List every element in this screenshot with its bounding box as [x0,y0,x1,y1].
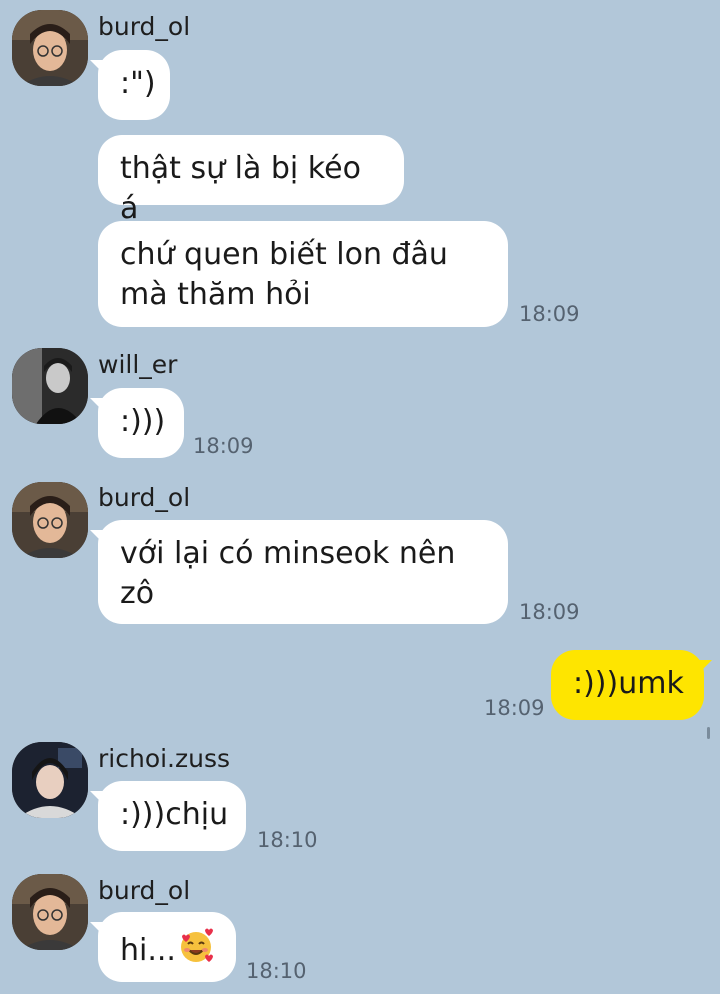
message-bubble[interactable]: :)))chịu [90,781,246,851]
avatar-richoi-zuss[interactable] [12,742,88,818]
outgoing-message-bubble[interactable]: :)))umk [551,650,712,720]
avatar-will-er[interactable] [12,348,88,424]
scrollbar[interactable] [707,727,710,739]
sender-name: burd_ol [98,12,191,41]
message-bubble[interactable]: thật sự là bị kéo á [98,135,404,226]
message-timestamp: 18:09 [193,434,254,458]
message-bubble[interactable]: :))) [90,388,184,458]
message-bubble[interactable]: chứ quen biết lon đâu mà thăm hỏi [98,221,508,327]
sender-name: burd_ol [98,483,191,512]
message-timestamp: 18:10 [246,959,307,983]
smiling-face-with-hearts-icon [176,926,216,966]
message-timestamp: 18:09 [519,600,580,624]
sender-name: burd_ol [98,876,191,905]
message-timestamp: 18:10 [257,828,318,852]
message-timestamp: 18:09 [484,696,545,720]
message-bubble[interactable]: :") [90,50,170,120]
avatar-burd-ol[interactable] [12,482,88,558]
sender-name: will_er [98,350,178,379]
sender-name: richoi.zuss [98,744,231,773]
avatar-burd-ol[interactable] [12,874,88,950]
chat-view[interactable]: burd_ol :") thật sự là bị kéo á chứ quen… [0,0,720,994]
message-bubble[interactable]: với lại có minseok nên zô [90,520,508,624]
message-timestamp: 18:09 [519,302,580,326]
message-text: hi... [120,933,176,968]
avatar-burd-ol[interactable] [12,10,88,86]
message-bubble[interactable]: hi... [90,912,236,982]
